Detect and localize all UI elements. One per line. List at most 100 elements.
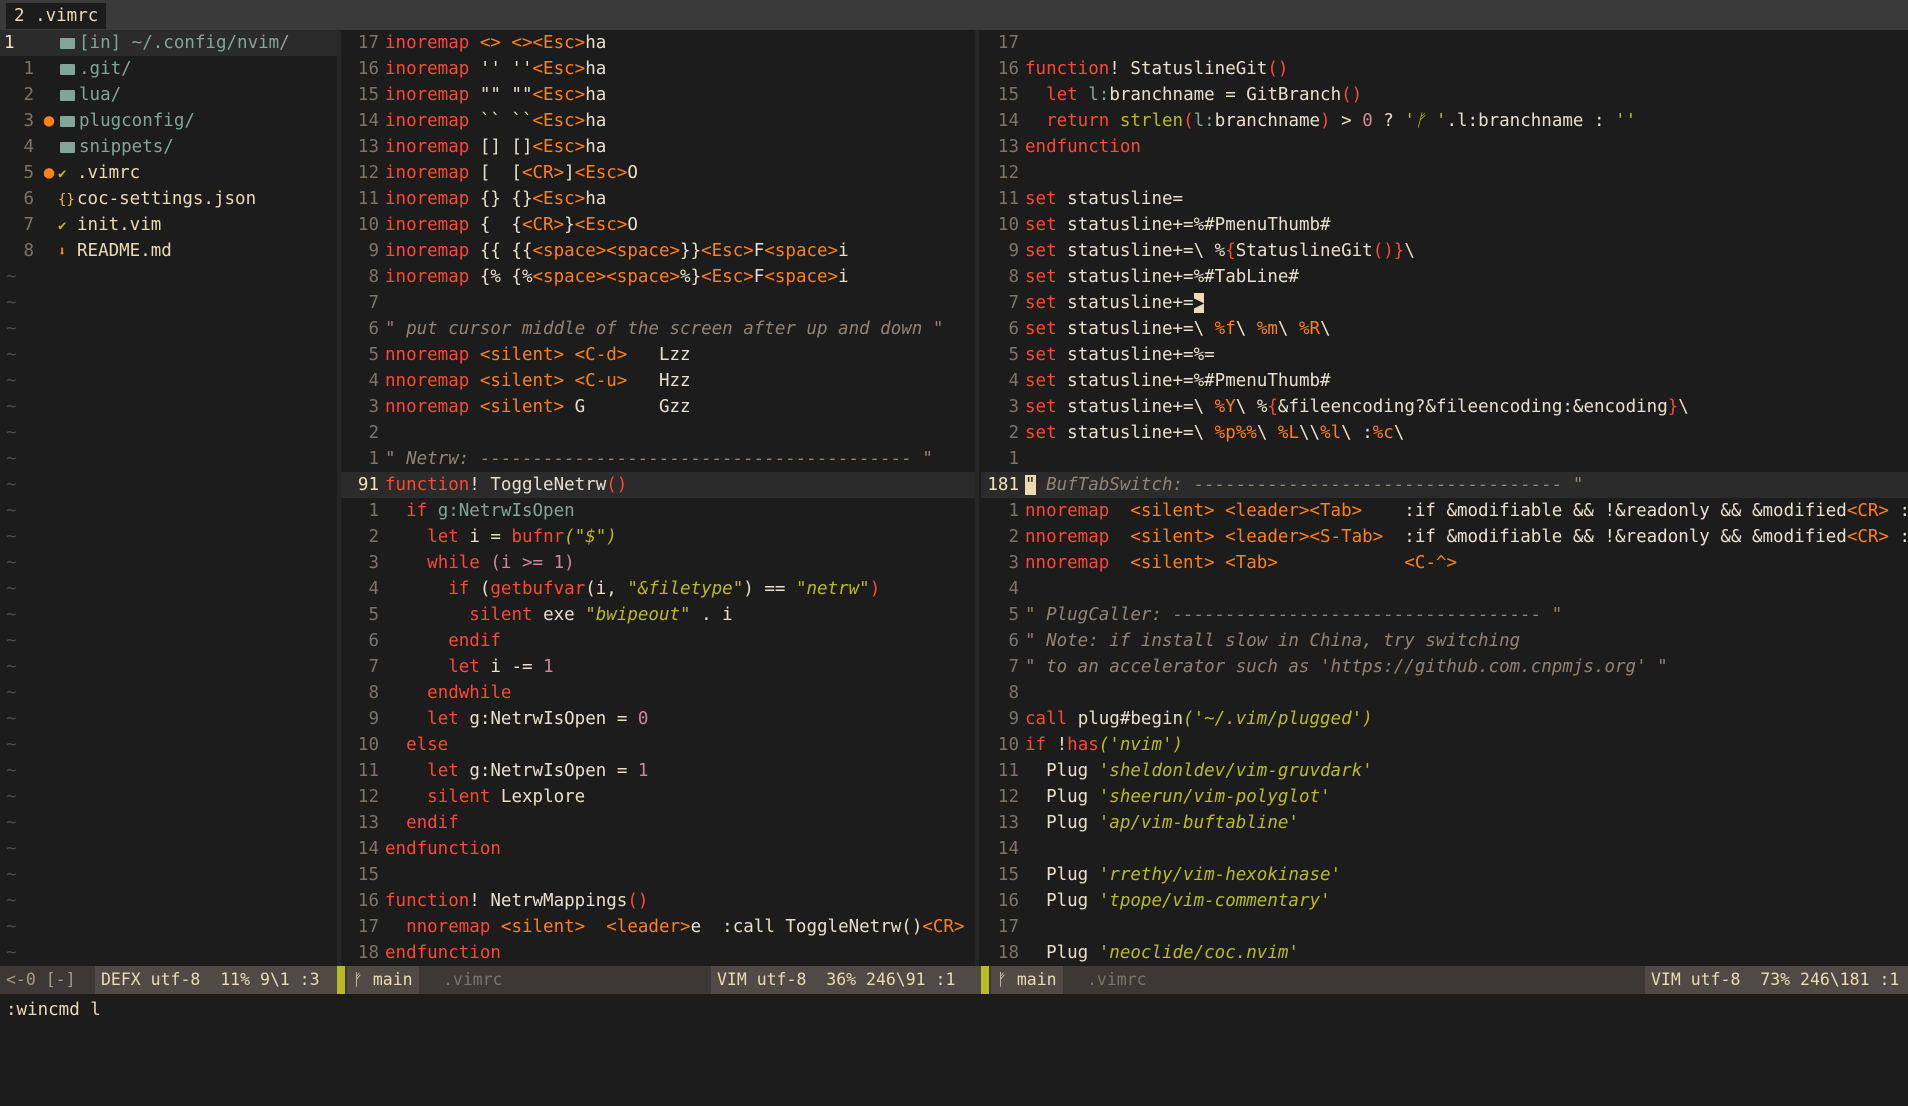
code-token: nnoremap (385, 397, 480, 417)
code-line[interactable]: 14 endfunction (341, 836, 975, 862)
code-line[interactable]: 7 " to an accelerator such as 'https://gi… (981, 654, 1908, 680)
code-line[interactable]: 13 endfunction (981, 134, 1908, 160)
code-line[interactable]: 6 " put cursor middle of the screen after… (341, 316, 975, 342)
tree-item[interactable]: 3 ● plugconfig/ (0, 108, 337, 134)
code-line[interactable]: 3 nnoremap <silent> G Gzz (341, 394, 975, 420)
code-line[interactable]: 1 if g:NetrwIsOpen (341, 498, 975, 524)
code-line[interactable]: 15 let l:branchname = GitBranch() (981, 82, 1908, 108)
code-line[interactable]: 7 let i -= 1 (341, 654, 975, 680)
code-token: %R (1298, 319, 1321, 339)
file-tree-pane[interactable]: 1 [in] ~/.config/nvim/1 .git/2 lua/3 ● plugco… (0, 30, 337, 966)
line-number: 9 (1008, 241, 1019, 261)
tree-item[interactable]: 6 {} coc-settings.json (0, 186, 337, 212)
code-line[interactable]: 9 call plug#begin('~/.vim/plugged') (981, 706, 1908, 732)
code-line[interactable]: 12 (981, 160, 1908, 186)
code-line[interactable]: 10 else (341, 732, 975, 758)
code-line[interactable]: 3 set statusline+=\ %Y\ %{&fileencoding?&… (981, 394, 1908, 420)
code-line[interactable]: 11 set statusline= (981, 186, 1908, 212)
tree-item[interactable]: 1 [in] ~/.config/nvim/ (0, 30, 337, 56)
tree-item[interactable]: 4 snippets/ (0, 134, 337, 160)
code-token: set (1025, 371, 1068, 391)
code-line[interactable]: 12 Plug 'sheerun/vim-polyglot' (981, 784, 1908, 810)
code-line[interactable]: 3 while (i >= 1) (341, 550, 975, 576)
code-line[interactable]: 12 silent Lexplore (341, 784, 975, 810)
code-line[interactable]: 10 inoremap { {<CR>}<Esc>O (341, 212, 975, 238)
tree-item[interactable]: 7 ✔ init.vim (0, 212, 337, 238)
code-line[interactable]: 5 nnoremap <silent> <C-d> Lzz (341, 342, 975, 368)
code-line[interactable]: 17 (981, 30, 1908, 56)
code-line[interactable]: 11 let g:NetrwIsOpen = 1 (341, 758, 975, 784)
code-line[interactable]: 17 inoremap <> <><Esc>ha (341, 30, 975, 56)
code-token: inoremap (385, 267, 480, 287)
code-line[interactable]: 1 nnoremap <silent> <leader><Tab> :if &mo… (981, 498, 1908, 524)
code-line[interactable]: 8 endwhile (341, 680, 975, 706)
tree-item[interactable]: 5 ● ✔ .vimrc (0, 160, 337, 186)
code-line[interactable]: 11 Plug 'sheldonldev/vim-gruvdark' (981, 758, 1908, 784)
tree-item[interactable]: 8 ⬇ README.md (0, 238, 337, 264)
code-line[interactable]: 6 set statusline+=\ %f\ %m\ %R\ (981, 316, 1908, 342)
code-line[interactable]: 2 nnoremap <silent> <leader><S-Tab> :if &… (981, 524, 1908, 550)
code-token: (i, (585, 579, 628, 599)
code-token: <Esc> (532, 59, 586, 79)
code-line[interactable]: 3 nnoremap <silent> <Tab> <C-^> (981, 550, 1908, 576)
code-line[interactable]: 11 inoremap {} {}<Esc>ha (341, 186, 975, 212)
code-line[interactable]: 15 inoremap "" ""<Esc>ha (341, 82, 975, 108)
code-line[interactable]: 14 (981, 836, 1908, 862)
code-line[interactable]: 8 (981, 680, 1908, 706)
code-line[interactable]: 16 Plug 'tpope/vim-commentary' (981, 888, 1908, 914)
code-line[interactable]: 91 function! ToggleNetrw() (341, 472, 975, 498)
code-line[interactable]: 9 let g:NetrwIsOpen = 0 (341, 706, 975, 732)
code-line[interactable]: 16 function! StatuslineGit() (981, 56, 1908, 82)
code-line[interactable]: 10 set statusline+=%#PmenuThumb# (981, 212, 1908, 238)
code-token: } (1667, 397, 1679, 417)
tab-vimrc[interactable]: 2 .vimrc (6, 3, 107, 29)
code-line[interactable]: 8 inoremap {% {%<space><space>%}<Esc>F<sp… (341, 264, 975, 290)
code-line[interactable]: 2 let i = bufnr("$") (341, 524, 975, 550)
code-line[interactable]: 1 " Netrw: ------------------------------… (341, 446, 975, 472)
code-line[interactable]: 15 Plug 'rrethy/vim-hexokinase' (981, 862, 1908, 888)
code-line[interactable]: 4 if (getbufvar(i, "&filetype") == "netr… (341, 576, 975, 602)
code-line[interactable]: 12 inoremap [ [<CR>]<Esc>O (341, 160, 975, 186)
code-line[interactable]: 181 " BufTabSwitch: ---------------------… (981, 472, 1908, 498)
code-line[interactable]: 4 nnoremap <silent> <C-u> Hzz (341, 368, 975, 394)
code-token: \ (1235, 319, 1257, 339)
code-line[interactable]: 2 set statusline+=\ %p%%\ %L\\%l\ :%c\ (981, 420, 1908, 446)
code-line[interactable]: 16 function! NetrwMappings() (341, 888, 975, 914)
code-line[interactable]: 13 inoremap [] []<Esc>ha (341, 134, 975, 160)
code-line[interactable]: 7 set statusline+=▶ (981, 290, 1908, 316)
tree-item[interactable]: 2 lua/ (0, 82, 337, 108)
code-line[interactable]: 7 (341, 290, 975, 316)
code-line[interactable]: 5 set statusline+=%= (981, 342, 1908, 368)
code-line[interactable]: 4 (981, 576, 1908, 602)
tree-item[interactable]: 1 .git/ (0, 56, 337, 82)
code-line[interactable]: 16 inoremap '' ''<Esc>ha (341, 56, 975, 82)
code-token: inoremap (385, 111, 480, 131)
code-line[interactable]: 8 set statusline+=%#TabLine# (981, 264, 1908, 290)
editor-pane-left[interactable]: 17 inoremap <> <><Esc>ha 16 inoremap '' ''<… (341, 30, 975, 966)
code-line[interactable]: 1 (981, 446, 1908, 472)
code-line[interactable]: 14 return strlen(l:branchname) > 0 ? 'ᚠ … (981, 108, 1908, 134)
code-line[interactable]: 18 Plug 'neoclide/coc.nvim' (981, 940, 1908, 966)
code-line[interactable]: 15 (341, 862, 975, 888)
code-line[interactable]: 18 endfunction (341, 940, 975, 966)
code-line[interactable]: 6 endif (341, 628, 975, 654)
code-line[interactable]: 9 inoremap {{ {{<space><space>}}<Esc>F<sp… (341, 238, 975, 264)
code-line[interactable]: 17 (981, 914, 1908, 940)
code-token: e :call ToggleNetrw() (690, 917, 923, 937)
code-line[interactable]: 10 if !has('nvim') (981, 732, 1908, 758)
code-line[interactable]: 5 " PlugCaller: -------------------------… (981, 602, 1908, 628)
code-line[interactable]: 4 set statusline+=%#PmenuThumb# (981, 368, 1908, 394)
code-line[interactable]: 2 (341, 420, 975, 446)
line-number: 9 (1008, 709, 1019, 729)
line-number: 4 (1008, 371, 1019, 391)
code-line[interactable]: 13 Plug 'ap/vim-buftabline' (981, 810, 1908, 836)
code-line[interactable]: 13 endif (341, 810, 975, 836)
code-line[interactable]: 17 nnoremap <silent> <leader>e :call Tog… (341, 914, 975, 940)
code-line[interactable]: 6 " Note: if install slow in China, try s… (981, 628, 1908, 654)
command-line[interactable]: :wincmd l (6, 997, 101, 1023)
code-line[interactable]: 5 silent exe "bwipeout" . i (341, 602, 975, 628)
window-separator[interactable] (975, 30, 979, 966)
editor-pane-right[interactable]: 17 16 function! StatuslineGit() 15 let l:br… (981, 30, 1908, 966)
code-line[interactable]: 9 set statusline+=\ %{StatuslineGit()}\ (981, 238, 1908, 264)
code-line[interactable]: 14 inoremap `` ``<Esc>ha (341, 108, 975, 134)
